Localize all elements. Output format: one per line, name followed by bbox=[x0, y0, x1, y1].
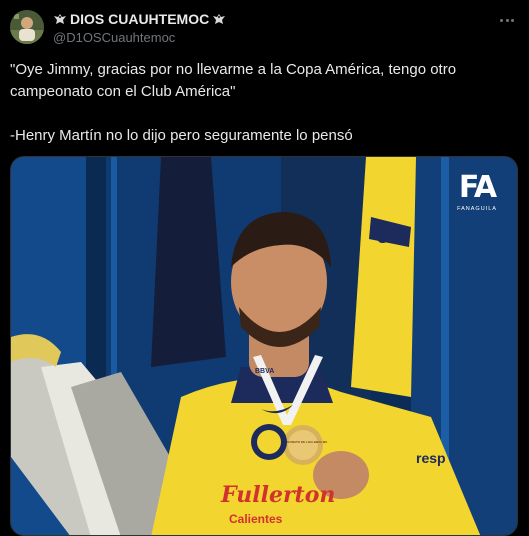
flag-text: GRI bbox=[377, 230, 402, 246]
avatar[interactable] bbox=[10, 10, 44, 44]
jersey-sponsor-line2: Calientes bbox=[229, 512, 283, 526]
photo-illustration: GRI BBVA CAMPEONATO DE LIGA BBVA MX Full… bbox=[11, 157, 517, 535]
sleeve-text: resp bbox=[416, 450, 446, 466]
watermark-logo: FA bbox=[458, 170, 497, 205]
eagle-emoji-icon bbox=[54, 14, 66, 24]
author-handle[interactable]: @D1OSCuauhtemoc bbox=[53, 30, 175, 45]
watermark-caption: FANAGUILA bbox=[457, 206, 497, 212]
tweet-card[interactable]: DIOS CUAUHTEMOC @D1OSCuauhtemoc "Oye Jim… bbox=[0, 0, 529, 536]
fanaguila-watermark: FA FANAGUILA bbox=[451, 170, 503, 213]
more-dot-icon bbox=[505, 18, 509, 22]
tweet-text: "Oye Jimmy, gracias por no llevarme a la… bbox=[10, 59, 515, 147]
jersey-sponsor-text: Fullerton bbox=[220, 482, 335, 508]
lanyard-text: BBVA bbox=[255, 368, 274, 375]
author-display-name: DIOS CUAUHTEMOC bbox=[70, 11, 210, 27]
tweet-text-line: -Henry Martín no lo dijo pero segurament… bbox=[10, 127, 353, 144]
more-dot-icon bbox=[500, 18, 503, 22]
eagle-emoji-icon bbox=[213, 14, 226, 24]
author-name-row[interactable]: DIOS CUAUHTEMOC bbox=[53, 11, 226, 27]
more-dot-icon bbox=[511, 18, 514, 22]
avatar-photo-icon bbox=[10, 10, 44, 44]
tweet-photo[interactable]: GRI BBVA CAMPEONATO DE LIGA BBVA MX Full… bbox=[10, 156, 518, 536]
more-options-button[interactable] bbox=[497, 12, 517, 28]
tweet-text-line: "Oye Jimmy, gracias por no llevarme a la… bbox=[10, 61, 457, 100]
